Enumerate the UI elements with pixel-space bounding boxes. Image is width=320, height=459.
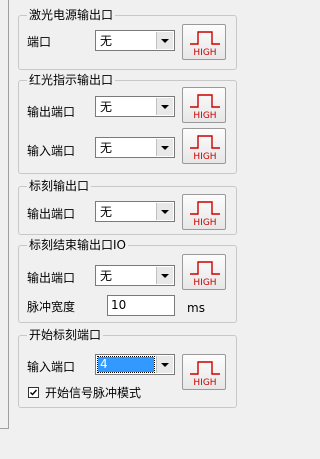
red-output-value: 无	[100, 100, 113, 114]
high-label: HIGH	[193, 378, 216, 388]
pulse-width-unit: ms	[187, 301, 205, 315]
start-input-label: 输入端口	[27, 360, 76, 374]
high-label: HIGH	[193, 152, 216, 162]
pulse-mode-checkbox[interactable]	[28, 387, 39, 398]
chevron-down-icon[interactable]	[156, 267, 173, 284]
red-input-combo[interactable]: 无	[95, 137, 175, 158]
pulse-width-input[interactable]: 10	[107, 295, 175, 316]
red-light-group: 红光指示输出口 输出端口 无 HIGH 输入端口 无 HIGH	[18, 73, 237, 174]
high-pulse-icon: HIGH	[190, 261, 220, 288]
start-input-combo[interactable]: 4	[95, 354, 175, 375]
pulse-width-label: 脉冲宽度	[27, 300, 76, 314]
start-mark-group: 开始标刻端口 输入端口 4 HIGH 开始信号脉冲模式	[18, 328, 237, 408]
red-input-high-button[interactable]: HIGH	[182, 128, 226, 164]
laser-output-title: 激光电源输出口	[27, 8, 116, 22]
laser-output-group: 激光电源输出口 端口 无 HIGH	[18, 8, 237, 70]
high-label: HIGH	[193, 111, 216, 121]
start-input-high-button[interactable]: HIGH	[182, 354, 226, 390]
mark-output-group: 标刻输出口 输出端口 无 HIGH	[18, 179, 237, 235]
high-pulse-icon: HIGH	[190, 361, 220, 388]
laser-port-combo[interactable]: 无	[95, 30, 175, 51]
red-output-label: 输出端口	[27, 105, 76, 119]
mark-end-output-combo[interactable]: 无	[95, 265, 175, 286]
mark-end-output-value: 无	[100, 269, 113, 283]
chevron-down-icon[interactable]	[156, 203, 173, 220]
chevron-down-icon[interactable]	[156, 32, 173, 49]
checkmark-icon	[30, 389, 38, 396]
mark-output-value: 无	[100, 205, 113, 219]
laser-port-label: 端口	[27, 35, 52, 49]
mark-end-title: 标刻结束输出口IO	[27, 238, 128, 252]
chevron-down-icon[interactable]	[156, 139, 173, 156]
mark-end-group: 标刻结束输出口IO 输出端口 无 HIGH 脉冲宽度 10 ms	[18, 238, 237, 323]
high-pulse-icon: HIGH	[190, 201, 220, 228]
mark-output-label: 输出端口	[27, 207, 76, 221]
pulse-mode-label: 开始信号脉冲模式	[45, 386, 142, 400]
left-panel-edge	[0, 0, 9, 428]
mark-end-output-label: 输出端口	[27, 271, 76, 285]
high-label: HIGH	[193, 218, 216, 228]
red-output-high-button[interactable]: HIGH	[182, 87, 226, 123]
start-input-value: 4	[97, 356, 155, 373]
left-panel-bottom-edge	[0, 428, 9, 429]
mark-output-title: 标刻输出口	[27, 179, 92, 193]
chevron-down-icon[interactable]	[156, 98, 173, 115]
high-label: HIGH	[193, 48, 216, 58]
red-input-value: 无	[100, 141, 113, 155]
red-output-combo[interactable]: 无	[95, 96, 175, 117]
high-pulse-icon: HIGH	[190, 94, 220, 121]
high-pulse-icon: HIGH	[190, 31, 220, 58]
red-light-title: 红光指示输出口	[27, 73, 116, 87]
laser-high-button[interactable]: HIGH	[182, 24, 226, 60]
laser-port-value: 无	[100, 34, 113, 48]
start-mark-title: 开始标刻端口	[27, 328, 104, 342]
mark-end-high-button[interactable]: HIGH	[182, 254, 226, 290]
chevron-down-icon[interactable]	[156, 356, 173, 373]
mark-output-high-button[interactable]: HIGH	[182, 194, 226, 230]
mark-output-combo[interactable]: 无	[95, 201, 175, 222]
red-input-label: 输入端口	[27, 144, 76, 158]
high-label: HIGH	[193, 278, 216, 288]
high-pulse-icon: HIGH	[190, 135, 220, 162]
